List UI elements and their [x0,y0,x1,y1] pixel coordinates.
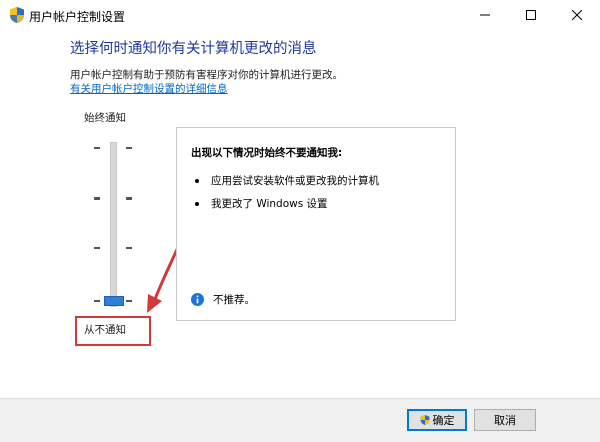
slider-tick-left [94,247,100,249]
uac-details-link[interactable]: 有关用户帐户控制设置的详细信息 [70,81,228,96]
page-heading: 选择何时通知你有关计算机更改的消息 [70,41,317,57]
info-icon [191,293,204,306]
window-title: 用户帐户控制设置 [29,10,126,24]
ok-button[interactable]: 确定 [407,409,467,431]
panel-title: 出现以下情况时始终不要通知我: [191,147,343,159]
uac-settings-window: 用户帐户控制设置 选择何时通知你有关计算机更改的消息 用户帐户控制有助于预防有害… [0,0,600,442]
minimize-icon [480,14,490,16]
slider-top-label: 始终通知 [84,112,126,124]
slider-tick-right [126,300,132,302]
dialog-footer: 确定 取消 [0,398,600,442]
uac-shield-icon [10,7,24,23]
maximize-button[interactable] [508,0,554,30]
slider-bottom-label: 从不通知 [84,324,126,336]
slider-tick-left [94,197,100,200]
page-description: 用户帐户控制有助于预防有害程序对你的计算机进行更改。 [70,69,343,81]
cancel-button-label: 取消 [494,414,516,427]
uac-shield-icon [420,415,429,425]
slider-track[interactable] [110,142,117,307]
slider-tick-right [126,247,132,249]
minimize-button[interactable] [462,0,508,30]
list-item: 我更改了 Windows 设置 [195,196,328,211]
slider-tick-right [126,147,132,149]
level-description-panel: 出现以下情况时始终不要通知我: 应用尝试安装软件或更改我的计算机 我更改了 Wi… [176,127,456,321]
notification-level-slider[interactable] [84,130,148,315]
bullet-dot [195,179,199,183]
list-item-text: 应用尝试安装软件或更改我的计算机 [211,175,379,187]
title-bar[interactable]: 用户帐户控制设置 [0,0,600,30]
slider-tick-left [94,147,100,149]
maximize-icon [526,10,536,20]
cancel-button[interactable]: 取消 [474,409,536,431]
list-item: 应用尝试安装软件或更改我的计算机 [195,173,379,188]
slider-tick-left [94,300,100,302]
close-icon [572,10,582,20]
slider-tick-right [126,197,132,200]
slider-thumb[interactable] [104,296,124,306]
list-item-text: 我更改了 Windows 设置 [211,198,328,210]
bullet-dot [195,202,199,206]
ok-button-label: 确定 [432,414,455,427]
panel-note: 不推荐。 [213,294,255,306]
close-button[interactable] [554,0,600,30]
